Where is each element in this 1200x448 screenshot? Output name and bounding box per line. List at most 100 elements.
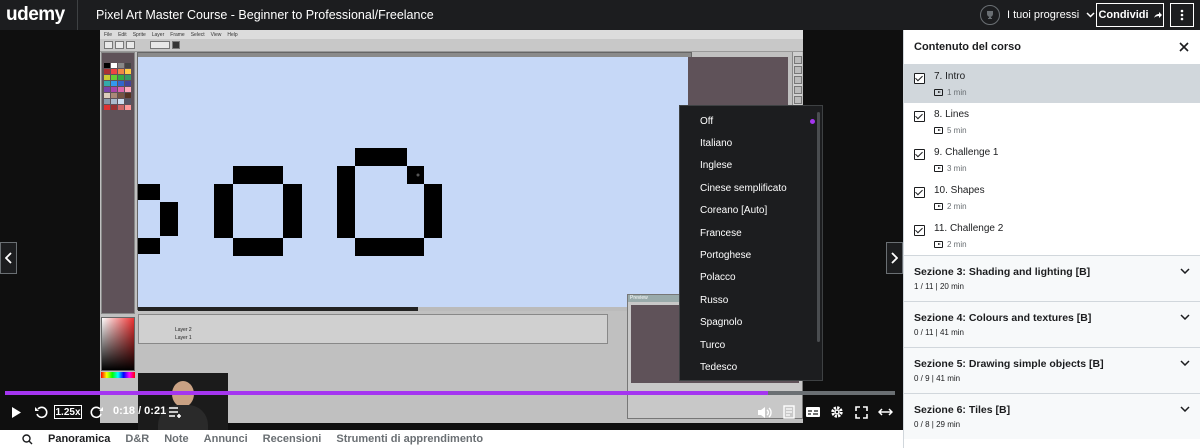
tab-qa[interactable]: D&R (125, 433, 149, 445)
chevron-down-icon (1180, 314, 1190, 320)
bookmark-button[interactable] (166, 402, 184, 422)
share-button[interactable]: Condividi (1096, 3, 1164, 27)
toolbar-button (172, 41, 180, 49)
chevron-down-icon (1180, 268, 1190, 274)
caption-option-label: Russo (700, 294, 729, 306)
tab-notes[interactable]: Note (164, 433, 188, 445)
fullscreen-icon (854, 405, 868, 419)
palette-panel (101, 52, 135, 314)
rewind-button[interactable] (32, 402, 50, 422)
trophy-icon (980, 5, 1000, 25)
hue-slider (101, 372, 135, 378)
caption-option[interactable]: Cinese semplificato (680, 177, 822, 199)
checkbox-checked-icon[interactable] (914, 149, 925, 160)
caption-option[interactable]: Off (680, 110, 822, 132)
next-lecture-button[interactable] (886, 242, 903, 274)
checkbox-checked-icon[interactable] (914, 187, 925, 198)
lecture-item[interactable]: 7. Intro 1 min (904, 65, 1200, 103)
previous-lecture-button[interactable] (0, 242, 17, 274)
captions-button[interactable] (804, 402, 822, 422)
progress-label: I tuoi progressi (1007, 9, 1080, 21)
course-content-sidebar: Contenuto del corso 7. Intro 1 min 8. Li… (903, 30, 1200, 448)
lecture-title: 7. Intro (934, 71, 966, 82)
progress-dropdown[interactable]: I tuoi progressi (980, 3, 1095, 27)
rewind-icon (35, 406, 48, 419)
checkbox-checked-icon[interactable] (914, 111, 925, 122)
lecture-title: 9. Challenge 1 (934, 147, 999, 158)
volume-icon (758, 406, 772, 418)
caption-option[interactable]: Coreano [Auto] (680, 200, 822, 222)
share-label: Condividi (1098, 9, 1149, 21)
app-toolbar (100, 39, 803, 52)
tab-learning-tools[interactable]: Strumenti di apprendimento (336, 433, 483, 445)
lecture-item[interactable]: 9. Challenge 1 3 min (904, 141, 1200, 179)
chevron-left-icon (5, 252, 12, 264)
seek-bar[interactable] (5, 391, 895, 395)
caption-option[interactable]: Russo (680, 289, 822, 311)
course-title[interactable]: Pixel Art Master Course - Beginner to Pr… (96, 8, 434, 22)
section-header[interactable]: Sezione 6: Tiles [B] 0 / 8 | 29 min (904, 393, 1200, 439)
lecture-title: 8. Lines (934, 109, 970, 120)
tab-overview[interactable]: Panoramica (48, 433, 110, 445)
app-menu-item: File (104, 31, 113, 38)
forward-button[interactable] (88, 402, 106, 422)
captions-icon (806, 407, 820, 417)
udemy-logo[interactable]: udemy (0, 0, 78, 30)
video-icon (934, 203, 943, 210)
video-icon (934, 241, 943, 248)
app-menu-item: Help (227, 31, 238, 38)
caption-option[interactable]: Inglese (680, 155, 822, 177)
lecture-item[interactable]: 11. Challenge 2 2 min (904, 217, 1200, 255)
caption-option[interactable]: Francese (680, 222, 822, 244)
checkbox-checked-icon[interactable] (914, 225, 925, 236)
transcript-icon (783, 405, 795, 419)
section-header[interactable]: Sezione 3: Shading and lighting [B] 1 / … (904, 255, 1200, 301)
caption-option-label: Polacco (700, 272, 736, 284)
lecture-duration: 1 min (947, 88, 967, 97)
canvas-scrollbar (138, 307, 688, 311)
section-header[interactable]: Sezione 4: Colours and textures [B] 0 / … (904, 301, 1200, 347)
caption-option[interactable]: Polacco (680, 267, 822, 289)
chevron-right-icon (891, 252, 898, 264)
top-header: udemy Pixel Art Master Course - Beginner… (0, 0, 1200, 30)
course-tabs: Panoramica D&R Note Annunci Recensioni S… (0, 430, 903, 448)
caption-option[interactable]: Tedesco (680, 356, 822, 378)
checkbox-checked-icon[interactable] (914, 73, 925, 84)
caption-option-label: Italiano (700, 138, 733, 150)
caption-option[interactable]: Italiano (680, 132, 822, 154)
lecture-duration: 2 min (947, 202, 967, 211)
caption-option-label: Spagnolo (700, 317, 743, 329)
section-title: Sezione 6: Tiles [B] (914, 404, 1011, 416)
play-button[interactable] (8, 402, 24, 422)
expand-view-button[interactable] (876, 402, 894, 422)
captions-menu-scrollbar[interactable] (817, 112, 820, 342)
caption-option[interactable]: Portoghese (680, 244, 822, 266)
section-title: Sezione 3: Shading and lighting [B] (914, 266, 1091, 278)
tab-announcements[interactable]: Annunci (204, 433, 248, 445)
section-title: Sezione 4: Colours and textures [B] (914, 312, 1092, 324)
tab-reviews[interactable]: Recensioni (263, 433, 322, 445)
caption-option[interactable]: Spagnolo (680, 312, 822, 334)
time-display: 0:18 / 0:21 (113, 405, 167, 417)
transcript-button[interactable] (780, 402, 798, 422)
settings-button[interactable] (828, 402, 846, 422)
sidebar-title: Contenuto del corso (914, 41, 1021, 53)
volume-button[interactable] (756, 402, 774, 422)
section-header[interactable]: Sezione 5: Drawing simple objects [B] 0 … (904, 347, 1200, 393)
lecture-item[interactable]: 10. Shapes 2 min (904, 179, 1200, 217)
caption-option-label: Off (700, 115, 714, 127)
fullscreen-button[interactable] (852, 402, 870, 422)
search-icon[interactable] (22, 433, 33, 445)
playback-rate-button[interactable]: 1.25x (54, 405, 82, 419)
caption-option-label: Cinese semplificato (700, 182, 787, 194)
chevron-down-icon (1086, 12, 1095, 18)
caption-option[interactable]: Turco (680, 334, 822, 356)
forward-icon (90, 406, 103, 419)
video-player[interactable]: File Edit Sprite Layer Frame Select View… (0, 30, 903, 430)
lecture-item[interactable]: 8. Lines 5 min (904, 103, 1200, 141)
more-options-button[interactable] (1170, 3, 1194, 27)
section-meta: 0 / 8 | 29 min (914, 420, 961, 429)
app-menu-item: Layer (151, 31, 165, 38)
lecture-title: 11. Challenge 2 (934, 223, 1004, 234)
close-icon[interactable] (1178, 41, 1190, 53)
